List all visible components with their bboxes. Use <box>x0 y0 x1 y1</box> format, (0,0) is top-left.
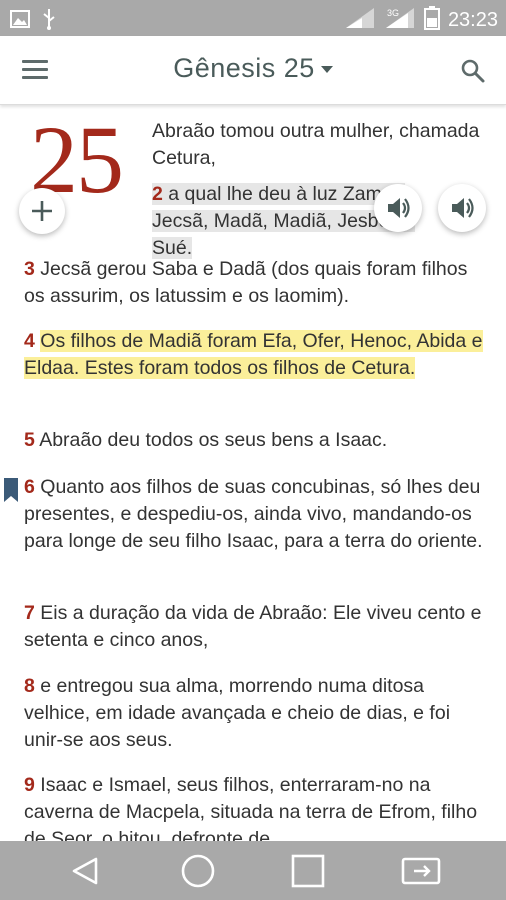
screen-cast-icon[interactable] <box>400 853 442 889</box>
app-bar: Gênesis 25 <box>0 36 506 105</box>
home-icon[interactable] <box>180 853 216 889</box>
svg-text:3G: 3G <box>387 8 399 18</box>
page-title[interactable]: Gênesis 25 <box>173 53 315 83</box>
verse-1[interactable]: Abraão tomou outra mulher, chamada Cetur… <box>152 118 482 172</box>
image-icon <box>10 10 30 33</box>
status-bar: 3G 23:23 <box>0 0 506 36</box>
verse-3[interactable]: 3 Jecsã gerou Saba e Dadã (dos quais for… <box>24 256 490 310</box>
verse-7[interactable]: 7 Eis a duração da vida de Abraão: Ele v… <box>24 600 490 654</box>
verse-text: Abraão tomou outra mulher, chamada Cetur… <box>152 120 480 169</box>
verse-number: 8 <box>24 675 35 697</box>
signal-3g-icon: 3G <box>384 6 416 35</box>
verse-9[interactable]: 9 Isaac e Ismael, seus filhos, enterrara… <box>24 772 490 841</box>
verse-number: 4 <box>24 330 35 352</box>
audio-play-button[interactable] <box>438 184 486 232</box>
verse-number: 5 <box>24 429 35 451</box>
chevron-down-icon[interactable] <box>320 66 333 74</box>
verse-4[interactable]: 4 Os filhos de Madiã foram Efa, Ofer, He… <box>24 328 490 382</box>
verse-text: Quanto aos filhos de suas concubinas, só… <box>24 476 483 552</box>
back-icon[interactable] <box>68 853 104 889</box>
chapter-content[interactable]: 2 5 Abraão tomou outra mulher, chamada Ce… <box>0 104 506 841</box>
verse-number: 9 <box>24 774 35 796</box>
signal-wifi-icon <box>344 6 376 35</box>
add-button[interactable] <box>19 188 65 234</box>
verse-text: Abraão deu todos os seus bens a Isaac. <box>39 429 388 451</box>
verse-number: 6 <box>24 476 35 498</box>
status-time: 23:23 <box>447 9 498 31</box>
recents-icon[interactable] <box>290 853 326 889</box>
verse-number: 2 <box>152 183 163 205</box>
verse-text: Eis a duração da vida de Abraão: Ele viv… <box>24 602 482 651</box>
chapter-selector[interactable]: Gênesis 25 <box>0 53 506 84</box>
usb-icon <box>42 8 56 35</box>
verse-number: 3 <box>24 258 35 280</box>
volume-icon <box>388 198 410 218</box>
search-icon[interactable] <box>460 58 486 84</box>
highlighted-verse-text: Os filhos de Madiã foram Efa, Ofer, Heno… <box>24 330 483 379</box>
verse-5[interactable]: 5 Abraão deu todos os seus bens a Isaac. <box>24 427 490 454</box>
plus-icon <box>32 201 52 221</box>
navigation-bar <box>0 841 506 900</box>
verse-6[interactable]: 6 Quanto aos filhos de suas concubinas, … <box>24 474 490 555</box>
battery-icon <box>423 6 440 35</box>
volume-icon <box>452 198 474 218</box>
verse-text: Jecsã gerou Saba e Dadã (dos quais foram… <box>24 258 468 307</box>
bookmark-icon[interactable] <box>4 478 18 502</box>
verse-text: e entregou sua alma, morrendo numa ditos… <box>24 675 451 751</box>
verse-text: Isaac e Ismael, seus filhos, enterraram-… <box>24 774 478 841</box>
verse-number: 7 <box>24 602 35 624</box>
verse-8[interactable]: 8 e entregou sua alma, morrendo numa dit… <box>24 673 490 754</box>
audio-button[interactable] <box>374 184 422 232</box>
